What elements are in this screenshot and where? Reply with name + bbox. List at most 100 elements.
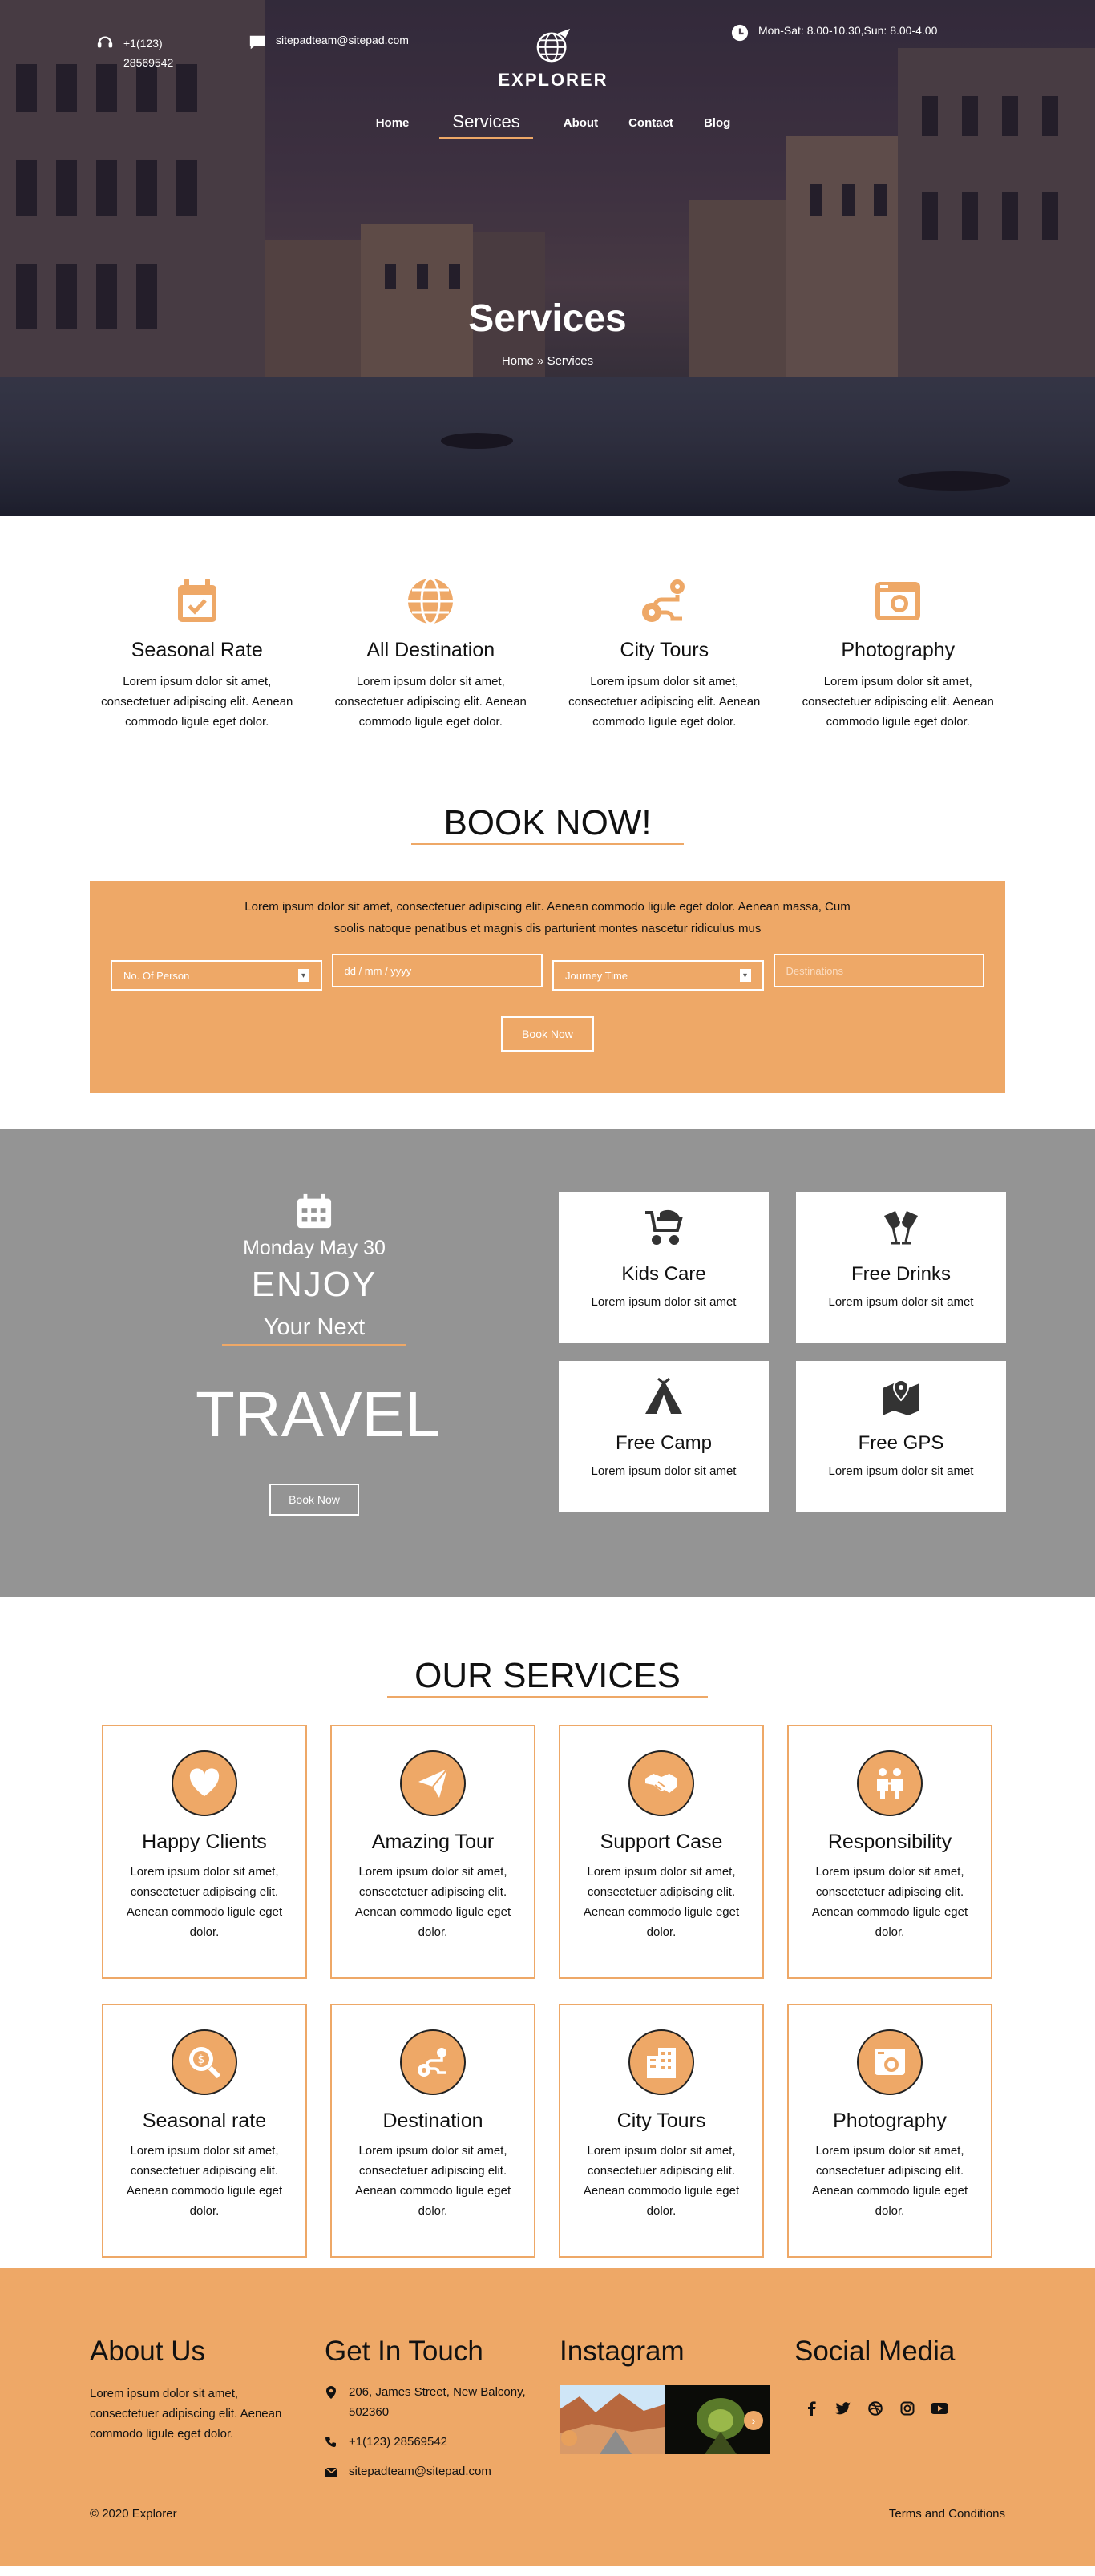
hero-banner: +1(123) 28569542 sitepadteam@sitepad.com… — [0, 0, 1095, 516]
contact-phone-text: +1(123) 28569542 — [349, 2435, 448, 2449]
amenity-title: Kids Care — [621, 1263, 706, 1285]
contact-email[interactable]: sitepadteam@sitepad.com — [325, 2461, 541, 2481]
breadcrumb[interactable]: Home » Services — [0, 354, 1095, 368]
contact-phone[interactable]: +1(123) 28569542 — [325, 2432, 541, 2452]
amenity-title: Free GPS — [858, 1432, 944, 1454]
nav-contact[interactable]: Contact — [628, 116, 673, 139]
instagram-icon[interactable] — [899, 2400, 916, 2417]
promo-section: Monday May 30 ENJOY Your Next TRAVEL Boo… — [0, 1129, 1095, 1597]
brand-logo[interactable]: EXPLORER — [497, 27, 609, 91]
promo-book-button[interactable]: Book Now — [269, 1484, 359, 1516]
service-text: Lorem ipsum dolor sit amet, consectetuer… — [126, 2144, 283, 2218]
city-icon — [647, 2048, 676, 2078]
topbar-email-text: sitepadteam@sitepad.com — [276, 34, 409, 46]
map-pin-icon — [883, 1379, 919, 1415]
booking-description: Lorem ipsum dolor sit amet, consectetuer… — [244, 900, 851, 935]
book-now-button[interactable]: Book Now — [501, 1016, 594, 1052]
service-icon-circle — [400, 2029, 466, 2095]
terms-link[interactable]: Terms and Conditions — [889, 2507, 1005, 2521]
instagram-gallery: › — [560, 2385, 770, 2454]
facebook-icon[interactable] — [802, 2400, 820, 2417]
amenity-text: Lorem ipsum dolor sit amet — [828, 1295, 974, 1309]
feature-title: Seasonal Rate — [131, 639, 263, 661]
feature-item: All Destination Lorem ipsum dolor sit am… — [314, 575, 548, 749]
amenity-title: Free Drinks — [851, 1263, 952, 1285]
destination-input[interactable]: Destinations — [773, 954, 984, 987]
service-text: Lorem ipsum dolor sit amet, consectetuer… — [354, 2144, 511, 2218]
feature-text: Lorem ipsum dolor sit amet, consectetuer… — [568, 675, 761, 729]
topbar-phone-text: +1(123) 28569542 — [123, 37, 174, 69]
route-icon — [418, 2048, 446, 2077]
footer: About Us Lorem ipsum dolor sit amet, con… — [0, 2268, 1095, 2566]
amenity-text: Lorem ipsum dolor sit amet — [591, 1464, 737, 1478]
amenity-title: Free Camp — [615, 1432, 713, 1454]
booking-fields: No. Of Person ▾ dd / mm / yyyy Journey Ti… — [90, 954, 1005, 991]
footer-about-title: About Us — [90, 2336, 205, 2367]
instagram-photo-canyon[interactable] — [560, 2385, 665, 2454]
feature-text: Lorem ipsum dolor sit amet, consectetuer… — [334, 675, 527, 729]
topbar-phone: +1(123) 28569542 — [96, 34, 188, 72]
top-bar: +1(123) 28569542 sitepadteam@sitepad.com… — [0, 0, 1095, 96]
globe-plane-icon — [536, 28, 571, 63]
drinks-icon — [884, 1211, 918, 1245]
topbar-email[interactable]: sitepadteam@sitepad.com — [248, 34, 409, 51]
journey-time-select[interactable]: Journey Time ▾ — [552, 960, 764, 991]
feature-text: Lorem ipsum dolor sit amet, consectetuer… — [101, 675, 293, 729]
location-icon — [326, 2386, 336, 2399]
brand-name: EXPLORER — [498, 70, 608, 90]
feature-title: Photography — [841, 639, 956, 661]
contact-email-text: sitepadteam@sitepad.com — [349, 2465, 491, 2478]
feature-item: Seasonal Rate Lorem ipsum dolor sit amet… — [80, 575, 314, 749]
feature-title: City Tours — [620, 639, 709, 661]
footer-social-title: Social Media — [794, 2336, 956, 2367]
gallery-next-icon[interactable]: › — [744, 2411, 763, 2430]
service-icon-circle — [628, 2029, 694, 2095]
service-icon-circle — [400, 1750, 466, 1816]
service-card: City Tours Lorem ipsum dolor sit amet, c… — [559, 2004, 764, 2258]
service-title: Responsibility — [827, 1831, 952, 1853]
twitter-icon[interactable] — [834, 2400, 852, 2417]
footer-social: Social Media — [794, 2336, 955, 2417]
route-icon — [641, 579, 685, 622]
services-grid: Happy Clients Lorem ipsum dolor sit amet… — [102, 1725, 993, 2258]
footer-instagram-title: Instagram — [560, 2336, 685, 2367]
phone-icon — [325, 2437, 336, 2447]
camera-icon — [875, 2049, 905, 2075]
features-section: Seasonal Rate Lorem ipsum dolor sit amet… — [0, 516, 1095, 749]
book-title: BOOK NOW! — [0, 749, 1095, 845]
page-title: Services — [468, 297, 627, 340]
service-card: Responsibility Lorem ipsum dolor sit ame… — [787, 1725, 992, 1979]
date-input[interactable]: dd / mm / yyyy — [331, 954, 543, 987]
destination-placeholder: Destinations — [786, 964, 844, 977]
footer-about-text: Lorem ipsum dolor sit amet, consectetuer… — [90, 2387, 282, 2441]
service-card: Amazing Tour Lorem ipsum dolor sit amet,… — [330, 1725, 535, 1979]
service-text: Lorem ipsum dolor sit amet, consectetuer… — [126, 1865, 283, 1939]
nav-about[interactable]: About — [564, 116, 598, 139]
amenity-card: Free Camp Lorem ipsum dolor sit amet — [559, 1361, 769, 1512]
service-icon-circle — [628, 1750, 694, 1816]
service-text: Lorem ipsum dolor sit amet, consectetuer… — [811, 1865, 968, 1939]
chat-icon — [249, 35, 265, 50]
heart-icon — [189, 1768, 220, 1796]
service-text: Lorem ipsum dolor sit amet, consectetuer… — [583, 2144, 740, 2218]
promo-text-block: Monday May 30 ENJOY Your Next TRAVEL Boo… — [196, 1193, 441, 1516]
copyright: © 2020 Explorer — [90, 2507, 177, 2521]
nav-home[interactable]: Home — [376, 116, 410, 139]
footer-instagram: Instagram › — [560, 2336, 770, 2454]
tent-icon — [645, 1377, 682, 1414]
promo-travel: TRAVEL — [196, 1379, 441, 1450]
amenity-text: Lorem ipsum dolor sit amet — [591, 1295, 737, 1309]
persons-select[interactable]: No. Of Person ▾ — [111, 960, 322, 991]
chevron-down-icon: ▾ — [739, 969, 751, 982]
footer-contact: Get In Touch 206, James Street, New Balc… — [325, 2336, 541, 2491]
dribbble-icon[interactable] — [867, 2400, 884, 2417]
contact-list: 206, James Street, New Balcony, 502360 +… — [325, 2382, 541, 2481]
nav-services[interactable]: Services — [439, 111, 533, 139]
contact-address-text: 206, James Street, New Balcony, 502360 — [349, 2385, 526, 2419]
youtube-icon[interactable] — [931, 2400, 948, 2417]
service-title: Amazing Tour — [371, 1831, 495, 1853]
nav-blog[interactable]: Blog — [704, 116, 730, 139]
service-card: Photography Lorem ipsum dolor sit amet, … — [787, 2004, 992, 2258]
promo-enjoy: ENJOY — [251, 1265, 378, 1304]
globe-icon — [408, 577, 454, 625]
